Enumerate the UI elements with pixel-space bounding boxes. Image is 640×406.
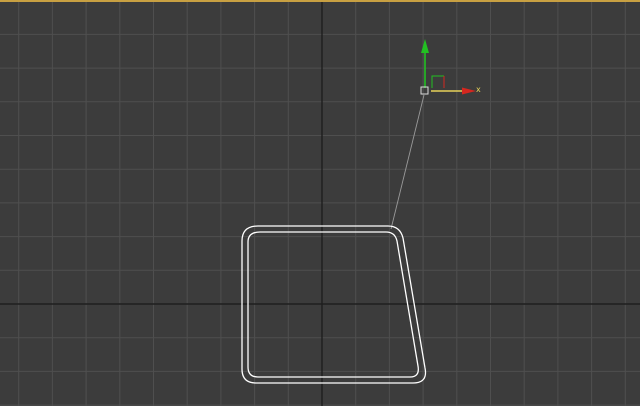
pivot-link-line — [390, 94, 425, 230]
gizmo-x-arrow-icon[interactable] — [462, 87, 476, 95]
perspective-viewport[interactable]: x — [0, 0, 640, 406]
gizmo-x-label: x — [476, 85, 481, 94]
transform-gizmo[interactable]: x — [420, 39, 481, 95]
construction-grid — [0, 2, 640, 406]
viewport-canvas[interactable]: x — [0, 0, 640, 406]
pivot-point-icon[interactable] — [420, 86, 429, 95]
gizmo-y-arrow-icon[interactable] — [421, 39, 429, 53]
gizmo-xy-plane-handle-y[interactable] — [431, 75, 444, 88]
